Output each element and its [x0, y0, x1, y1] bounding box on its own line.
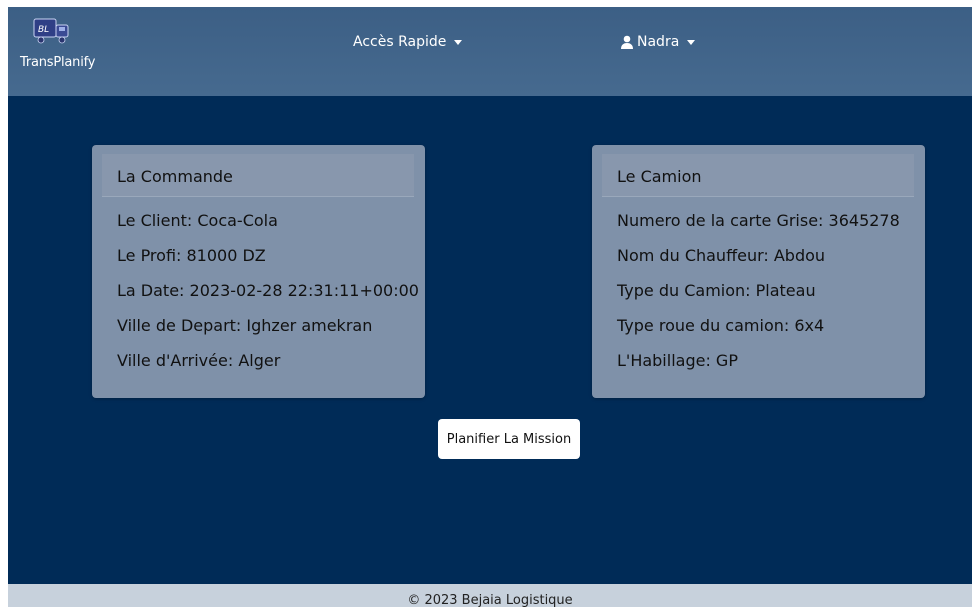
commande-arrivee: Ville d'Arrivée: Alger: [117, 351, 281, 370]
user-icon: [621, 35, 633, 49]
camion-type: Type du Camion: Plateau: [617, 281, 816, 300]
app-frame: BL TransPlanify Accès Rapide Nadra La Co…: [8, 7, 972, 607]
plan-mission-button[interactable]: Planifier La Mission: [438, 419, 580, 459]
caret-down-icon: [454, 39, 463, 45]
camion-card: Le Camion Numero de la carte Grise: 3645…: [592, 145, 925, 398]
camion-roue: Type roue du camion: 6x4: [617, 316, 825, 335]
brand-name: TransPlanify: [20, 55, 96, 70]
caret-down-icon: [687, 39, 696, 45]
commande-depart: Ville de Depart: Ighzer amekran: [117, 316, 373, 335]
quick-access-dropdown[interactable]: Accès Rapide: [353, 34, 463, 50]
commande-date: La Date: 2023-02-28 22:31:11+00:00: [117, 281, 419, 300]
quick-access-label: Accès Rapide: [353, 34, 447, 50]
camion-card-title: Le Camion: [602, 154, 914, 197]
commande-profit: Le Profi: 81000 DZ: [117, 246, 266, 265]
footer: © 2023 Bejaia Logistique: [8, 584, 972, 607]
footer-copyright: © 2023 Bejaia Logistique: [407, 593, 573, 607]
commande-card: La Commande Le Client: Coca-Cola Le Prof…: [92, 145, 425, 398]
commande-card-title: La Commande: [102, 154, 414, 197]
user-name: Nadra: [637, 34, 680, 50]
camion-chauffeur: Nom du Chauffeur: Abdou: [617, 246, 826, 265]
navbar: BL TransPlanify Accès Rapide Nadra: [8, 7, 972, 96]
brand[interactable]: BL TransPlanify: [20, 15, 120, 75]
logo-text: BL: [38, 25, 49, 35]
camion-habillage: L'Habillage: GP: [617, 351, 738, 370]
commande-client: Le Client: Coca-Cola: [117, 211, 278, 230]
user-menu-dropdown[interactable]: Nadra: [620, 34, 696, 50]
truck-logo-icon: BL: [33, 18, 69, 44]
camion-carte-grise: Numero de la carte Grise: 3645278: [617, 211, 900, 230]
